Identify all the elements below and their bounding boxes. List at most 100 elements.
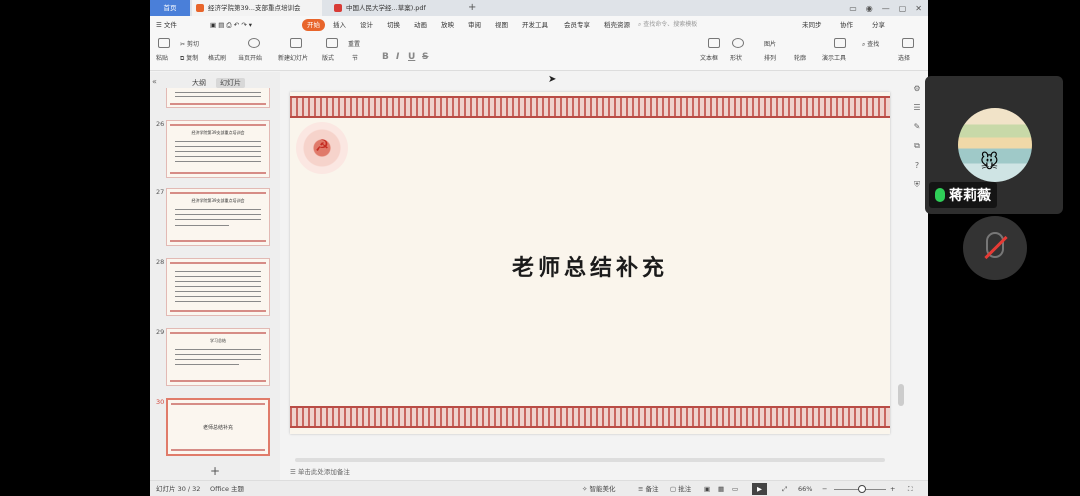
play-icon[interactable]: ▶: [752, 483, 767, 495]
sidebar-property-icon[interactable]: ☰: [913, 103, 920, 112]
new-slide-button[interactable]: 新建幻灯片: [278, 54, 308, 63]
menu-home[interactable]: 开始: [302, 19, 325, 31]
maximize-icon[interactable]: ▢: [899, 4, 907, 13]
slide-canvas[interactable]: ☭ 老师总结补充: [290, 92, 890, 434]
close-icon[interactable]: ✕: [915, 4, 922, 13]
cut-button[interactable]: ✂ 剪切: [180, 40, 199, 49]
textbox-button[interactable]: 文本框: [700, 54, 718, 63]
fullscreen-icon[interactable]: ⛶: [908, 481, 913, 496]
share-button[interactable]: 分享: [872, 19, 885, 31]
presentation-tools-icon[interactable]: [834, 38, 846, 48]
tab-pdf[interactable]: 中国人民大学经...草案).pdf: [330, 0, 448, 16]
new-slide-icon[interactable]: [290, 38, 302, 48]
view-sorter-icon[interactable]: ▦: [718, 481, 724, 496]
menu-design[interactable]: 设计: [360, 19, 373, 31]
horizontal-scrollbar[interactable]: [295, 458, 885, 462]
slide-thumb[interactable]: 经济学院第39支部重点培训会: [166, 188, 270, 246]
play-from-current-icon[interactable]: [248, 38, 260, 48]
sync-status[interactable]: 未同步: [802, 19, 822, 31]
minimize-icon[interactable]: —: [882, 4, 890, 13]
notes-field[interactable]: ☰ 单击此处添加备注: [280, 466, 900, 478]
select-button[interactable]: 选择: [898, 54, 910, 63]
textbox-icon[interactable]: [708, 38, 720, 48]
reset-button[interactable]: 重置: [348, 40, 360, 49]
menu-member[interactable]: 会员专享: [564, 19, 590, 31]
find-button[interactable]: ⌕ 查找: [862, 40, 879, 49]
list-item[interactable]: 28: [150, 258, 280, 318]
zoom-slider-handle[interactable]: [858, 485, 866, 493]
slide-thumb[interactable]: [166, 258, 270, 316]
copy-button[interactable]: ⧉ 复制: [180, 54, 198, 63]
layout-button[interactable]: 版式: [322, 54, 334, 63]
menu-insert[interactable]: 插入: [333, 19, 346, 31]
select-icon[interactable]: [902, 38, 914, 48]
tab-home[interactable]: 首页: [150, 0, 190, 16]
list-item[interactable]: 26 经济学院第39支部重点培训会: [150, 120, 280, 180]
shape-button[interactable]: 形状: [730, 54, 742, 63]
comments-button[interactable]: ▢ 批注: [670, 481, 691, 496]
sidebar-copy-icon[interactable]: ⧉: [914, 141, 920, 151]
menu-slideshow[interactable]: 放映: [441, 19, 454, 31]
shape-icon[interactable]: [732, 38, 744, 48]
strikethrough-icon[interactable]: S: [422, 52, 428, 62]
list-item[interactable]: 27 经济学院第39支部重点培训会: [150, 188, 280, 248]
outline-button[interactable]: 轮廓: [794, 54, 806, 63]
tab-slides[interactable]: 幻灯片: [216, 78, 245, 88]
paste-icon[interactable]: [158, 38, 170, 48]
theme-name[interactable]: Office 主题: [210, 481, 244, 496]
sidebar-tool-icon[interactable]: ⚙: [913, 84, 920, 93]
zoom-out-icon[interactable]: −: [822, 481, 827, 496]
view-normal-icon[interactable]: ▣: [704, 481, 710, 496]
thumb-line: [175, 209, 261, 210]
slide-thumb-25[interactable]: [166, 88, 270, 108]
tab-outline[interactable]: 大纲: [192, 78, 206, 88]
view-reading-icon[interactable]: ▭: [732, 481, 738, 496]
menu-animations[interactable]: 动画: [414, 19, 427, 31]
slide-thumb-selected[interactable]: 老师总结补充: [166, 398, 270, 456]
menu-review[interactable]: 审阅: [468, 19, 481, 31]
list-item[interactable]: 30 老师总结补充: [150, 398, 280, 458]
menu-transitions[interactable]: 切换: [387, 19, 400, 31]
avatar-icon[interactable]: ◉: [866, 4, 873, 13]
paste-button[interactable]: 粘贴: [156, 54, 168, 63]
presentation-tools-button[interactable]: 演示工具: [822, 54, 846, 63]
new-tab-icon[interactable]: +: [468, 0, 476, 16]
vertical-scrollbar[interactable]: [898, 92, 904, 432]
sidebar-shield-icon[interactable]: ⛨: [914, 180, 920, 190]
slide-thumb[interactable]: 经济学院第39支部重点培训会: [166, 120, 270, 178]
layout-icon[interactable]: [326, 38, 338, 48]
zoom-level[interactable]: 66%: [798, 481, 812, 496]
restore-layout-icon[interactable]: ▭: [849, 4, 857, 13]
underline-icon[interactable]: U: [408, 52, 415, 62]
notes-button[interactable]: ≡ 备注: [638, 481, 659, 496]
zoom-in-icon[interactable]: +: [890, 481, 895, 496]
arrange-button[interactable]: 排列: [764, 54, 776, 63]
fit-window-icon[interactable]: ⤢: [782, 481, 787, 496]
italic-icon[interactable]: I: [396, 52, 399, 62]
bold-icon[interactable]: B: [382, 52, 389, 62]
sidebar-pen-icon[interactable]: ✎: [914, 122, 921, 131]
collaborate-button[interactable]: 协作: [840, 19, 853, 31]
list-item[interactable]: 29 学习总结: [150, 328, 280, 388]
picture-button[interactable]: 图片: [764, 40, 776, 49]
plus-icon[interactable]: +: [210, 464, 220, 478]
quick-access-icons[interactable]: ▣ ▤ ⎙ ↶ ↷ ▾: [210, 19, 252, 31]
thumbnail-partial[interactable]: [150, 88, 280, 108]
from-current-button[interactable]: 当页开始: [238, 54, 262, 63]
slide-thumb[interactable]: 学习总结: [166, 328, 270, 386]
participant-video-tile[interactable]: 🐭 蒋莉薇: [925, 76, 1063, 214]
section-button[interactable]: 节: [352, 54, 358, 63]
mic-muted-icon[interactable]: [963, 216, 1027, 280]
slide-title[interactable]: 老师总结补充: [290, 250, 890, 282]
sidebar-help-icon[interactable]: ?: [915, 161, 919, 170]
scrollbar-thumb[interactable]: [898, 384, 904, 406]
menu-docer[interactable]: 稻壳资源: [604, 19, 630, 31]
menu-file[interactable]: ☰ 文件: [156, 19, 177, 31]
smart-beautify-button[interactable]: ✧ 智能美化: [582, 481, 616, 496]
command-search[interactable]: ⌕ 查找命令、搜索模板: [638, 19, 697, 31]
menu-devtools[interactable]: 开发工具: [522, 19, 548, 31]
collapse-panel-icon[interactable]: «: [152, 77, 157, 86]
tab-presentation[interactable]: 经济学院第39...支部重点培训会: [192, 0, 322, 16]
menu-view[interactable]: 视图: [495, 19, 508, 31]
format-painter-button[interactable]: 格式刷: [208, 54, 226, 63]
